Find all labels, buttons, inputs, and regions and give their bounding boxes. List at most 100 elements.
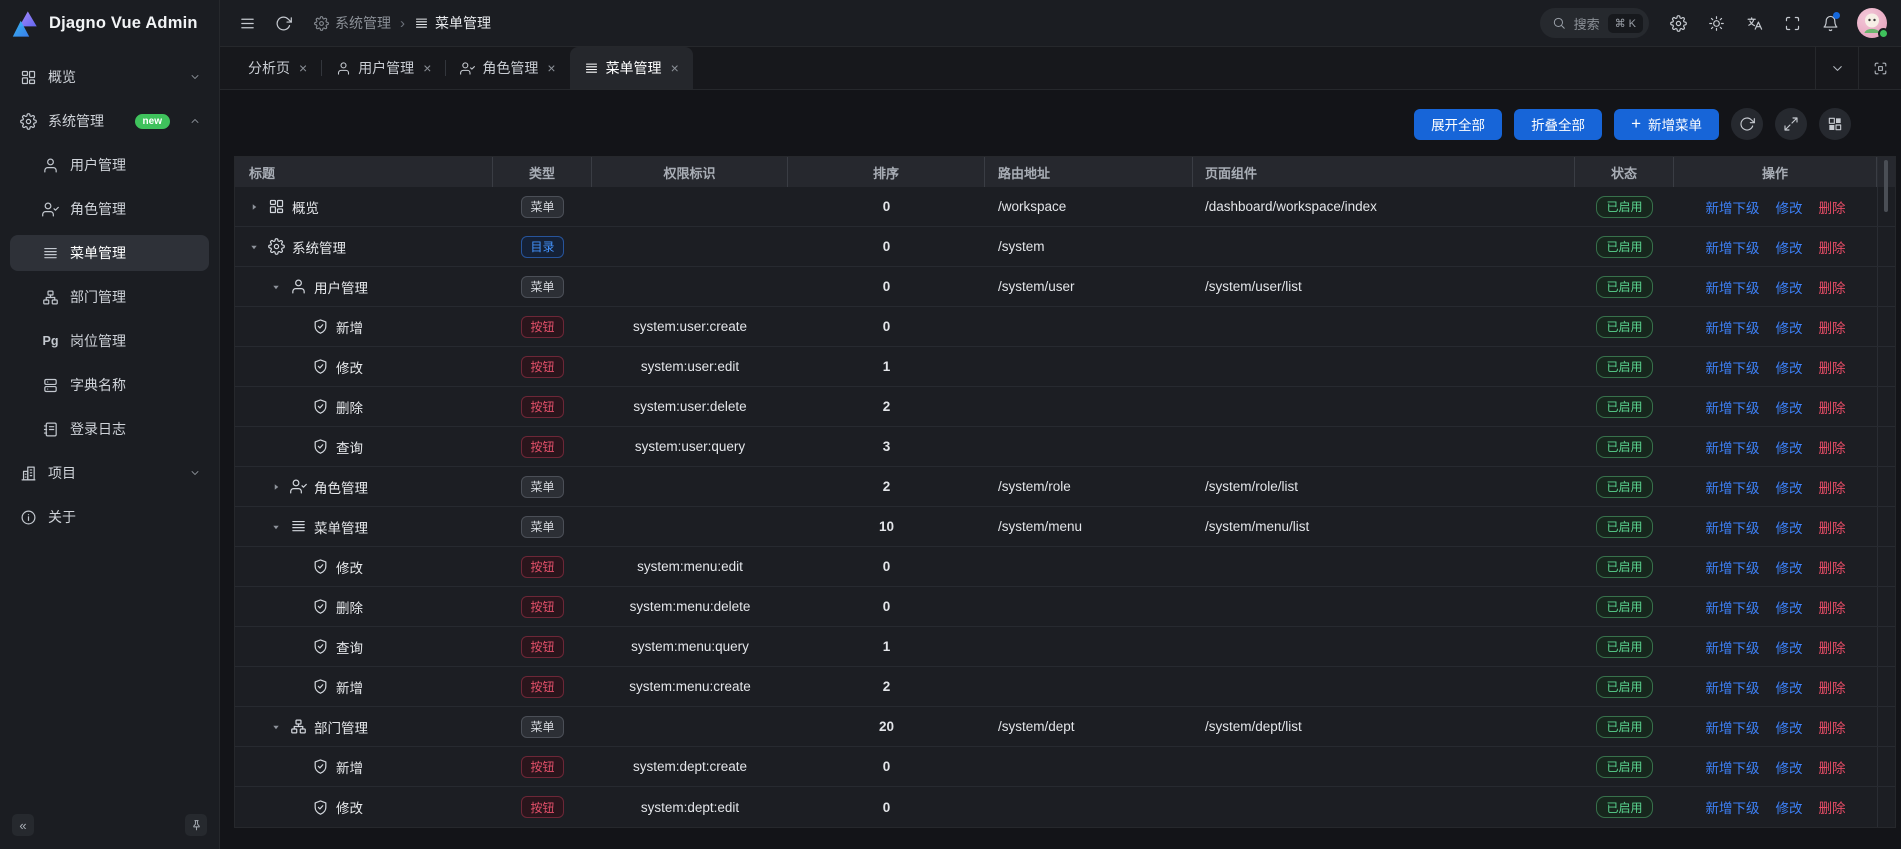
add-child-link[interactable]: 新增下级 [1706,797,1760,817]
sidebar-item-post[interactable]: Pg岗位管理 [10,323,209,359]
sidebar-collapse-button[interactable]: « [12,814,34,836]
sidebar-item-login-log[interactable]: 登录日志 [10,411,209,447]
add-child-link[interactable]: 新增下级 [1706,237,1760,257]
notifications-button[interactable] [1815,8,1845,38]
sidebar-item-system[interactable]: 系统管理new [10,103,209,139]
add-child-link[interactable]: 新增下级 [1706,477,1760,497]
edit-link[interactable]: 修改 [1776,357,1803,377]
table-fullscreen-button[interactable] [1775,108,1807,140]
settings-button[interactable] [1663,8,1693,38]
collapse-all-button[interactable]: 折叠全部 [1514,109,1602,140]
close-icon[interactable]: × [671,61,679,75]
tab-menu[interactable]: 菜单管理× [570,47,693,89]
edit-link[interactable]: 修改 [1776,437,1803,457]
breadcrumb-item-system[interactable]: 系统管理 [314,13,391,33]
breadcrumb-item-menu[interactable]: 菜单管理 [414,13,491,33]
close-icon[interactable]: × [547,61,555,75]
close-icon[interactable]: × [299,61,307,75]
delete-link[interactable]: 删除 [1819,717,1846,737]
sidebar-pin-button[interactable] [185,814,207,836]
edit-link[interactable]: 修改 [1776,637,1803,657]
tab-role[interactable]: 角色管理× [446,47,569,89]
expand-caret-icon[interactable] [249,242,265,252]
permission-code: system:user:query [635,439,745,454]
add-child-link[interactable]: 新增下级 [1706,277,1760,297]
expand-caret-icon[interactable] [271,282,287,292]
sidebar-item-about[interactable]: 关于 [10,499,209,535]
delete-link[interactable]: 删除 [1819,277,1846,297]
delete-link[interactable]: 删除 [1819,597,1846,617]
search-input[interactable]: 搜索 ⌘ K [1540,8,1649,38]
delete-link[interactable]: 删除 [1819,197,1846,217]
add-child-link[interactable]: 新增下级 [1706,317,1760,337]
add-child-link[interactable]: 新增下级 [1706,437,1760,457]
delete-link[interactable]: 删除 [1819,317,1846,337]
delete-link[interactable]: 删除 [1819,677,1846,697]
sidebar-item-role[interactable]: 角色管理 [10,191,209,227]
expand-all-button[interactable]: 展开全部 [1414,109,1502,140]
delete-link[interactable]: 删除 [1819,477,1846,497]
expand-caret-icon[interactable] [271,522,287,532]
user-avatar[interactable] [1857,8,1887,38]
sidebar-item-dict[interactable]: 字典名称 [10,367,209,403]
add-child-link[interactable]: 新增下级 [1706,517,1760,537]
edit-link[interactable]: 修改 [1776,797,1803,817]
add-child-link[interactable]: 新增下级 [1706,197,1760,217]
delete-link[interactable]: 删除 [1819,437,1846,457]
add-child-link[interactable]: 新增下级 [1706,557,1760,577]
delete-link[interactable]: 删除 [1819,557,1846,577]
tab-user[interactable]: 用户管理× [322,47,445,89]
edit-link[interactable]: 修改 [1776,477,1803,497]
add-child-link[interactable]: 新增下级 [1706,717,1760,737]
delete-link[interactable]: 删除 [1819,357,1846,377]
sidebar-item-project[interactable]: 项目 [10,455,209,491]
table-refresh-button[interactable] [1731,108,1763,140]
add-child-link[interactable]: 新增下级 [1706,397,1760,417]
edit-link[interactable]: 修改 [1776,557,1803,577]
add-child-link[interactable]: 新增下级 [1706,597,1760,617]
expand-caret-icon[interactable] [271,482,287,492]
sidebar-toggle-button[interactable] [232,8,262,38]
scrollbar-gutter [1877,547,1895,586]
expand-caret-icon[interactable] [271,722,287,732]
tab-analytics[interactable]: 分析页× [234,47,321,89]
edit-link[interactable]: 修改 [1776,277,1803,297]
delete-link[interactable]: 删除 [1819,237,1846,257]
app-logo[interactable]: Djagno Vue Admin [0,0,219,47]
edit-link[interactable]: 修改 [1776,237,1803,257]
language-button[interactable] [1739,8,1769,38]
delete-link[interactable]: 删除 [1819,397,1846,417]
content-maximize-button[interactable] [1858,47,1901,89]
edit-link[interactable]: 修改 [1776,597,1803,617]
edit-link[interactable]: 修改 [1776,397,1803,417]
delete-link[interactable]: 删除 [1819,517,1846,537]
fullscreen-button[interactable] [1777,8,1807,38]
add-child-link[interactable]: 新增下级 [1706,357,1760,377]
type-badge: 菜单 [521,476,563,498]
theme-toggle-button[interactable] [1701,8,1731,38]
tabs-dropdown-button[interactable] [1815,47,1858,89]
delete-link[interactable]: 删除 [1819,797,1846,817]
sidebar-item-user[interactable]: 用户管理 [10,147,209,183]
sidebar-item-dept[interactable]: 部门管理 [10,279,209,315]
edit-link[interactable]: 修改 [1776,317,1803,337]
sidebar-item-overview[interactable]: 概览 [10,59,209,95]
sidebar-item-menu[interactable]: 菜单管理 [10,235,209,271]
add-menu-button[interactable]: + 新增菜单 [1614,109,1719,140]
edit-link[interactable]: 修改 [1776,757,1803,777]
edit-link[interactable]: 修改 [1776,197,1803,217]
table-columns-button[interactable] [1819,108,1851,140]
sort-value: 3 [883,439,891,454]
add-child-link[interactable]: 新增下级 [1706,677,1760,697]
delete-link[interactable]: 删除 [1819,637,1846,657]
add-child-link[interactable]: 新增下级 [1706,757,1760,777]
edit-link[interactable]: 修改 [1776,717,1803,737]
close-icon[interactable]: × [423,61,431,75]
refresh-page-button[interactable] [268,8,298,38]
edit-link[interactable]: 修改 [1776,677,1803,697]
edit-link[interactable]: 修改 [1776,517,1803,537]
delete-link[interactable]: 删除 [1819,757,1846,777]
expand-caret-icon[interactable] [249,202,265,212]
add-child-link[interactable]: 新增下级 [1706,637,1760,657]
table-scrollbar[interactable] [1884,160,1888,212]
